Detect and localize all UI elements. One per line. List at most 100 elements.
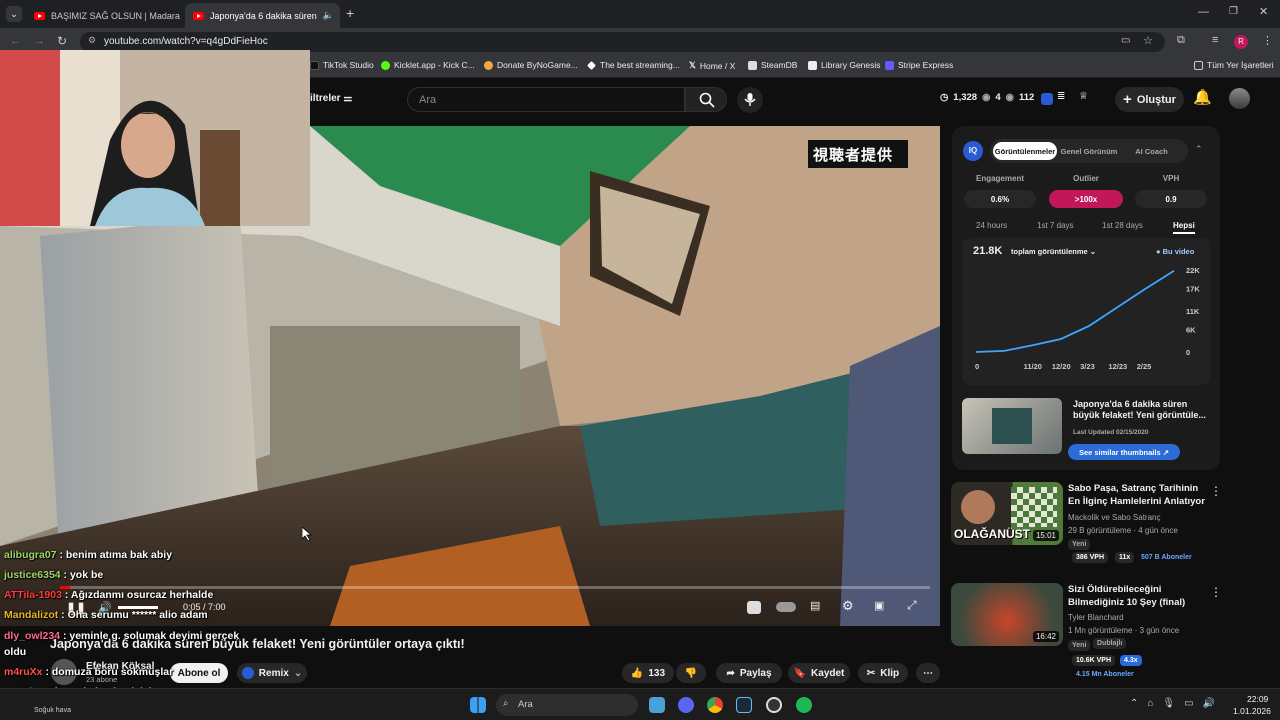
video-meta: 29 B görüntüleme · 4 gün önce (1068, 526, 1178, 535)
tray-icons[interactable]: ⌃⌂🎙▭🔊 (1130, 698, 1224, 709)
tab-label: Japonya'da 6 dakika süren (210, 10, 317, 21)
bookmark-steamdb[interactable]: SteamDB (748, 60, 797, 70)
video-caption-overlay: 視聴者提供 (813, 147, 894, 164)
autoplay-toggle[interactable] (776, 602, 796, 612)
list-icon[interactable]: ≣ (1057, 91, 1065, 102)
outlier-label: Outlier (1073, 174, 1099, 183)
bookmark-kicklet[interactable]: Kicklet.app - Kick C... (381, 60, 475, 70)
bookmark-library-genesis[interactable]: Library Genesis (808, 60, 881, 70)
outlier-badge: 11x (1115, 552, 1135, 563)
dislike-button[interactable]: 👎 (676, 663, 706, 683)
range-all[interactable]: Hepsi (1173, 221, 1195, 234)
close-window-button[interactable]: ✕ (1259, 5, 1268, 18)
site-info-icon[interactable]: ⚙ (88, 35, 96, 46)
recommendation-item[interactable]: OLAĞANÜST 15:01 Sabo Paşa, Satranç Tarih… (951, 482, 1271, 577)
search-input[interactable]: Ara (407, 87, 685, 112)
collapse-chevron-icon[interactable]: ⌃ (1195, 144, 1203, 155)
plus-icon: + (1123, 91, 1132, 108)
range-28d[interactable]: 1st 28 days (1102, 221, 1143, 230)
chat-text: : domuza boru sokmuşlar (42, 666, 174, 678)
bookmark-donate[interactable]: Donate ByNoGame... (484, 60, 578, 70)
windows-taskbar: Soğuk hava ⌕ Ara ⌃⌂🎙▭🔊 22:09 1.01.2026 (0, 688, 1280, 720)
range-7d[interactable]: 1st 7 days (1037, 221, 1073, 230)
taskbar-search[interactable]: ⌕ Ara (496, 694, 638, 716)
thumbnail[interactable]: OLAĞANÜST 15:01 (951, 482, 1063, 545)
thumbnail[interactable]: 16:42 (951, 583, 1063, 646)
see-similar-thumbnails-button[interactable]: See similar thumbnails ↗ (1068, 444, 1180, 460)
filters-button[interactable]: iltreler ⚌ (310, 93, 352, 104)
metric-dropdown[interactable]: toplam görüntülenme ⌄ (1011, 247, 1096, 256)
iq-player-icon[interactable] (747, 601, 761, 614)
tab-ai-coach[interactable]: AI Coach (1124, 142, 1179, 160)
forward-icon[interactable]: → (34, 35, 45, 47)
more-actions-button[interactable]: ⋯ (916, 663, 940, 683)
bookmark-tiktok-studio[interactable]: TikTok Studio (310, 60, 374, 70)
video-meta: 1 Mn görüntüleme · 3 gün önce (1068, 626, 1180, 635)
all-bookmarks-folder[interactable]: Tüm Yer İşaretleri (1194, 60, 1274, 70)
steam-icon[interactable] (736, 697, 752, 713)
tab-views[interactable]: Görüntülenmeler (993, 142, 1057, 160)
miniplayer-icon[interactable]: ▣ (874, 599, 884, 612)
new-tab-button[interactable]: + (346, 5, 354, 21)
like-button[interactable]: 👍 133 (622, 663, 674, 683)
chart-ytick-label: 17K (1186, 285, 1200, 294)
chat-message: ATTila-1903 : Ağızdanmı osurcaz herhalde (4, 589, 213, 601)
iq-extension-icon[interactable] (1041, 93, 1053, 105)
trophy-icon[interactable]: ♕ (1079, 91, 1088, 102)
speaker-icon[interactable]: 🔈 (323, 10, 334, 21)
more-options-icon[interactable]: ⋮ (1210, 585, 1222, 599)
windows-start-icon[interactable] (470, 697, 486, 713)
search-button[interactable] (685, 87, 727, 112)
back-icon[interactable]: ← (10, 35, 21, 47)
voice-search-button[interactable] (737, 87, 763, 113)
star-icon[interactable]: ☆ (1143, 34, 1153, 47)
settings-gear-icon[interactable]: ⚙ (842, 598, 854, 614)
share-button[interactable]: ➦ Paylaş (716, 663, 782, 683)
media-icon[interactable]: ≡ (1212, 34, 1218, 46)
chart-legend: ● Bu video (1156, 247, 1195, 256)
cast-icon[interactable]: ▭ (1121, 35, 1130, 46)
menu-icon[interactable]: ⋮ (1262, 34, 1273, 47)
app-icon-discord[interactable] (678, 697, 694, 713)
video-title[interactable]: Sabo Paşa, Satranç Tarihinin En İlginç H… (1068, 482, 1208, 508)
range-24h[interactable]: 24 hours (976, 221, 1007, 230)
app-icon-vpn[interactable] (649, 697, 665, 713)
chart-xtick-label: 3/23 (1080, 362, 1095, 371)
youtube-favicon-icon (34, 11, 45, 20)
reload-icon[interactable]: ↻ (57, 34, 67, 48)
bookmark-x[interactable]: 𝕏 Home / X (689, 60, 735, 71)
channel-name[interactable]: Mackolik ve Sabo Satranç (1068, 513, 1161, 522)
clip-button[interactable]: ✂ Klip (858, 663, 908, 683)
spotify-icon[interactable] (796, 697, 812, 713)
tab-search-button[interactable]: ⌄ (6, 6, 22, 22)
tab-japonya[interactable]: Japonya'da 6 dakika süren 🔈 ✕ (185, 3, 340, 28)
bookmark-streaming[interactable]: The best streaming... (587, 60, 680, 70)
url-field[interactable]: ⚙ youtube.com/watch?v=q4gDdFieHoc (80, 32, 1165, 52)
save-button[interactable]: 🔖 Kaydet (788, 663, 850, 683)
minimize-button[interactable]: — (1198, 6, 1209, 18)
video-title[interactable]: Sizi Öldürebileceğini Bilmediğiniz 10 Şe… (1068, 583, 1208, 609)
recommendation-item[interactable]: 16:42 Sizi Öldürebileceğini Bilmediğiniz… (951, 583, 1271, 678)
chrome-icon[interactable] (707, 697, 723, 713)
extensions-icon[interactable]: ⧉ (1177, 34, 1185, 47)
chat-username: justice6354 (4, 569, 61, 581)
notifications-bell-icon[interactable]: 🔔 (1193, 88, 1212, 106)
tab-basimiz[interactable]: BAŞIMIZ SAĞ OLSUN | Madara ✕ (26, 3, 181, 28)
subscribe-button[interactable]: Abone ol (170, 663, 228, 683)
maximize-button[interactable]: ❐ (1229, 6, 1238, 17)
chat-text: : benim atıma bak abiy (56, 549, 173, 561)
fullscreen-icon[interactable]: ⤢ (907, 598, 917, 613)
chat-message: justice6354 : yok be (4, 569, 103, 581)
profile-avatar[interactable]: R (1234, 35, 1248, 49)
more-options-icon[interactable]: ⋮ (1210, 484, 1222, 498)
card-title: Japonya'da 6 dakika süren büyük felaket!… (1073, 399, 1206, 420)
duration-badge: 15:01 (1032, 530, 1059, 541)
account-avatar[interactable] (1229, 88, 1250, 109)
tab-overview[interactable]: Genel Görünüm (1057, 142, 1121, 160)
remix-button[interactable]: Remix ⌄ (237, 663, 307, 683)
channel-name[interactable]: Tyler Blanchard (1068, 613, 1124, 622)
app-icon-obs[interactable] (766, 697, 782, 713)
bookmark-stripe[interactable]: Stripe Express (885, 60, 953, 70)
subtitles-icon[interactable]: ▤ (810, 599, 820, 612)
create-button[interactable]: + Oluştur (1115, 87, 1184, 112)
